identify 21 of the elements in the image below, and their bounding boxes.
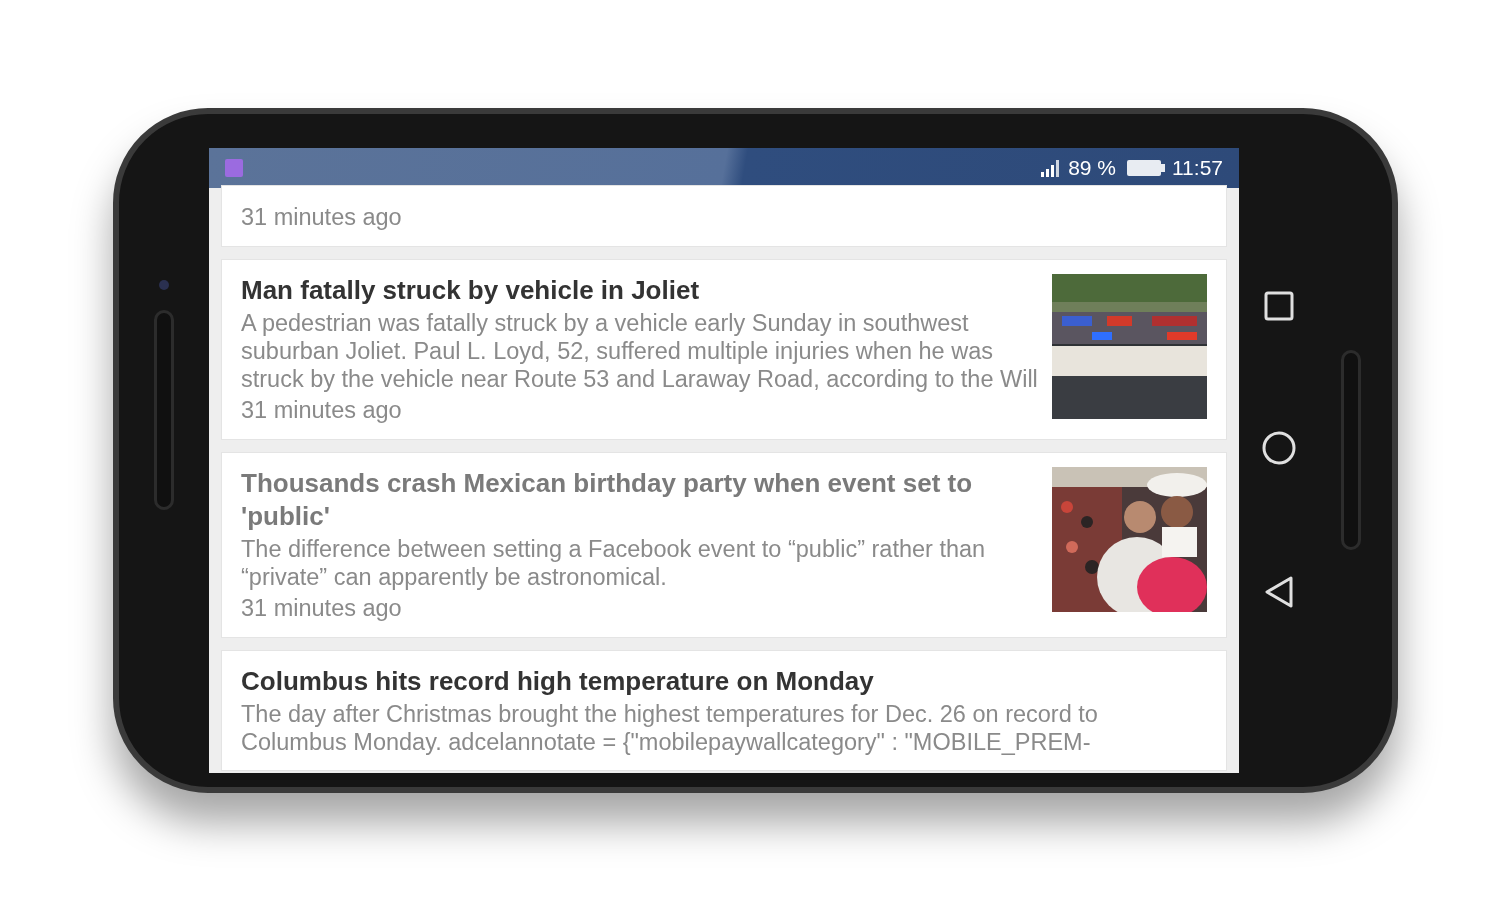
home-button[interactable] xyxy=(1262,431,1296,465)
news-card[interactable]: Thousands crash Mexican birthday party when event set to 'public' The difference between setting a Facebook event to “public” rather than “private” can apparently be astronomical. 31 minutes ago xyxy=(221,451,1227,638)
article-time: 31 minutes ago xyxy=(241,593,403,623)
article-time: 31 minutes ago xyxy=(241,202,403,232)
article-summary: A pedestrian was fatally struck by a vehicle early Sunday in southwest suburban Joliet. Paul L. Loyd, 52, suffered multiple injuries when he was struck by the vehicle near Route 53 and Laraway Road, according to the Will xyxy=(241,308,1039,393)
article-summary: The day after Christmas brought the highest temperatures for Dec. 26 on record to Columbus Monday. adcelannotate = {"mobilepaywallcategory" : "MOBILE_PREM- xyxy=(241,699,1099,756)
app-notification-icon xyxy=(225,158,243,177)
news-card[interactable] xyxy=(221,258,1227,440)
camera-icon xyxy=(159,280,169,290)
news-card[interactable]: 31 minutes ago xyxy=(221,184,1227,247)
article-time: 31 minutes ago xyxy=(241,395,403,425)
article-title: Thousands crash Mexican birthday party when event set to 'public' xyxy=(241,466,974,533)
overview-button[interactable] xyxy=(1264,291,1294,321)
news-card[interactable] xyxy=(221,649,1227,771)
battery-percent: 89 % xyxy=(1068,154,1116,181)
article-summary: The difference between setting a Facebook event to “public” rather than “private” can apparently be astronomical. xyxy=(241,534,987,591)
back-button[interactable] xyxy=(1264,575,1294,609)
battery-icon xyxy=(1126,158,1166,177)
clock: 11:57 xyxy=(1172,154,1223,181)
article-title: Man fatally struck by vehicle in Joliet xyxy=(241,273,701,307)
article-title: Columbus hits record high temperature on Monday xyxy=(241,664,875,698)
